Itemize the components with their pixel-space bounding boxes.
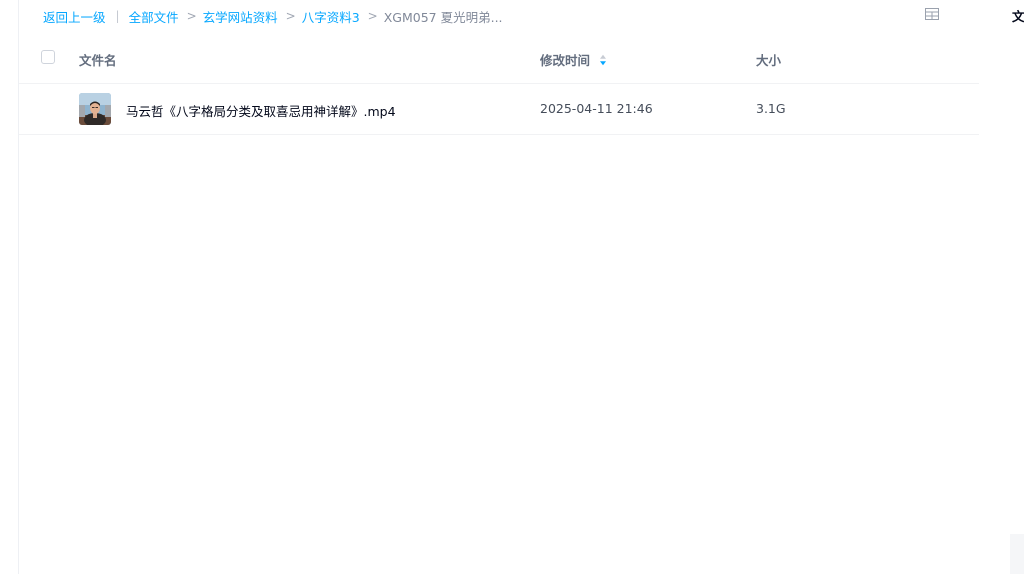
file-row[interactable]: 马云哲《八字格局分类及取喜忌用神详解》.mp4 2025-04-11 21:46… (19, 84, 979, 135)
file-detail-panel: 文件 (987, 0, 1024, 574)
sort-descending-icon[interactable] (599, 54, 607, 66)
select-all-checkbox[interactable] (41, 50, 55, 64)
column-header-modified[interactable]: 修改时间 (540, 50, 607, 69)
grid-view-icon[interactable] (925, 8, 939, 20)
breadcrumb-item-metaphysics[interactable]: 玄学网站资料 (203, 7, 278, 26)
video-thumbnail (79, 93, 111, 125)
breadcrumb: 返回上一级 | 全部文件 > 玄学网站资料 > 八字资料3 > XGM057 夏… (43, 7, 503, 25)
video-thumbnail-image (79, 93, 111, 125)
file-list-panel: 返回上一级 | 全部文件 > 玄学网站资料 > 八字资料3 > XGM057 夏… (18, 0, 988, 574)
file-name[interactable]: 马云哲《八字格局分类及取喜忌用神详解》.mp4 (126, 101, 396, 120)
breadcrumb-separator: > (186, 9, 197, 23)
breadcrumb-separator: > (367, 9, 378, 23)
file-list-header: 文件名 修改时间 大小 (19, 33, 979, 84)
breadcrumb-divider: | (115, 9, 120, 23)
file-browser-page: 返回上一级 | 全部文件 > 玄学网站资料 > 八字资料3 > XGM057 夏… (0, 0, 1024, 574)
column-header-name[interactable]: 文件名 (79, 50, 117, 69)
breadcrumb-item-all-files[interactable]: 全部文件 (129, 7, 179, 26)
breadcrumb-current-folder: XGM057 夏光明弟... (383, 9, 503, 25)
detail-panel-footer (1010, 534, 1024, 574)
file-size: 3.1G (756, 101, 786, 116)
file-modified-time: 2025-04-11 21:46 (540, 101, 653, 116)
column-header-modified-label: 修改时间 (540, 53, 591, 68)
column-header-size[interactable]: 大小 (756, 50, 781, 69)
breadcrumb-separator: > (285, 9, 296, 23)
detail-panel-title: 文件 (1012, 9, 1024, 24)
breadcrumb-item-bazi3[interactable]: 八字资料3 (302, 7, 360, 26)
breadcrumb-back-link[interactable]: 返回上一级 (43, 7, 106, 26)
